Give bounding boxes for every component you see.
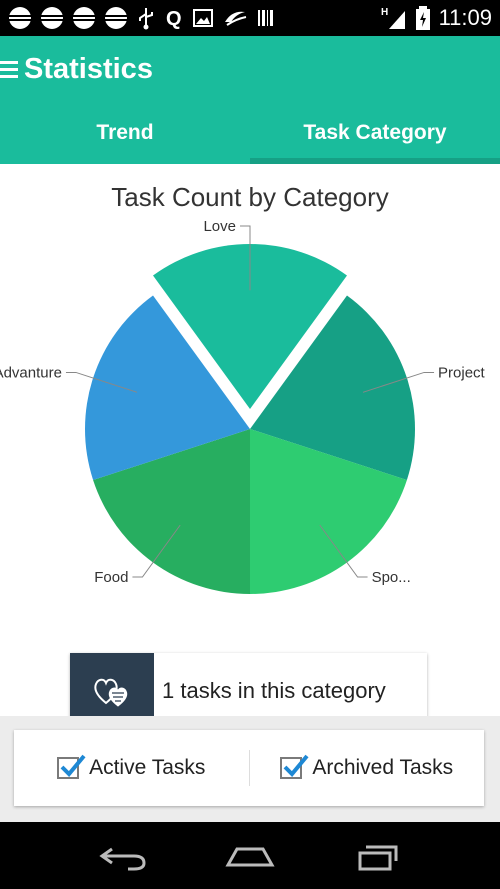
pie-label: Food <box>94 569 128 586</box>
page-title: Statistics <box>24 52 153 85</box>
battery-charging-icon <box>415 6 430 30</box>
pie-label: Advanture <box>0 364 62 381</box>
active-tasks-checkbox[interactable] <box>57 754 86 779</box>
pie-label: Love <box>203 218 236 235</box>
q-app-icon: Q <box>166 8 182 30</box>
archived-tasks-filter[interactable]: Archived Tasks <box>250 754 485 780</box>
menu-icon[interactable] <box>0 60 18 78</box>
task-filter-card: Active Tasks Archived Tasks <box>14 730 484 806</box>
checkmark-icon <box>60 754 86 777</box>
network-type-label: H <box>381 7 388 18</box>
active-tasks-label: Active Tasks <box>89 756 206 779</box>
archived-tasks-label: Archived Tasks <box>312 756 454 779</box>
pie-label: Spo... <box>372 569 411 586</box>
usb-icon <box>139 8 153 30</box>
tab-task-category[interactable]: Task Category <box>250 102 500 164</box>
notification-circle-icon <box>9 7 31 29</box>
pie-label: Project <box>438 364 486 381</box>
clock: 11:09 <box>438 5 492 30</box>
system-nav-bar <box>0 822 500 889</box>
back-icon[interactable] <box>98 841 148 871</box>
recent-apps-icon[interactable] <box>352 841 402 871</box>
chart-area: Task Count by Category Project Spo... Food… <box>0 164 500 716</box>
archived-tasks-checkbox[interactable] <box>280 754 309 779</box>
notification-icons: Q <box>8 6 276 30</box>
notification-circle-icon <box>73 7 95 29</box>
notification-circle-icon <box>105 7 127 29</box>
checkmark-icon <box>283 754 309 777</box>
pie-chart[interactable]: Project Spo... Food Advanture Love <box>0 164 500 716</box>
image-icon <box>193 9 213 27</box>
signal-icon: H <box>381 7 405 29</box>
active-tasks-filter[interactable]: Active Tasks <box>14 754 249 780</box>
status-bar: Q H 11:09 <box>0 0 500 36</box>
app-bar: Statistics <box>0 36 500 102</box>
svg-text:Q: Q <box>166 8 182 30</box>
home-icon[interactable] <box>225 841 275 871</box>
tab-trend[interactable]: Trend <box>0 102 250 164</box>
swype-icon <box>225 11 247 26</box>
barcode-icon <box>258 10 273 26</box>
tab-bar: Trend Task Category <box>0 102 500 164</box>
notification-circle-icon <box>41 7 63 29</box>
